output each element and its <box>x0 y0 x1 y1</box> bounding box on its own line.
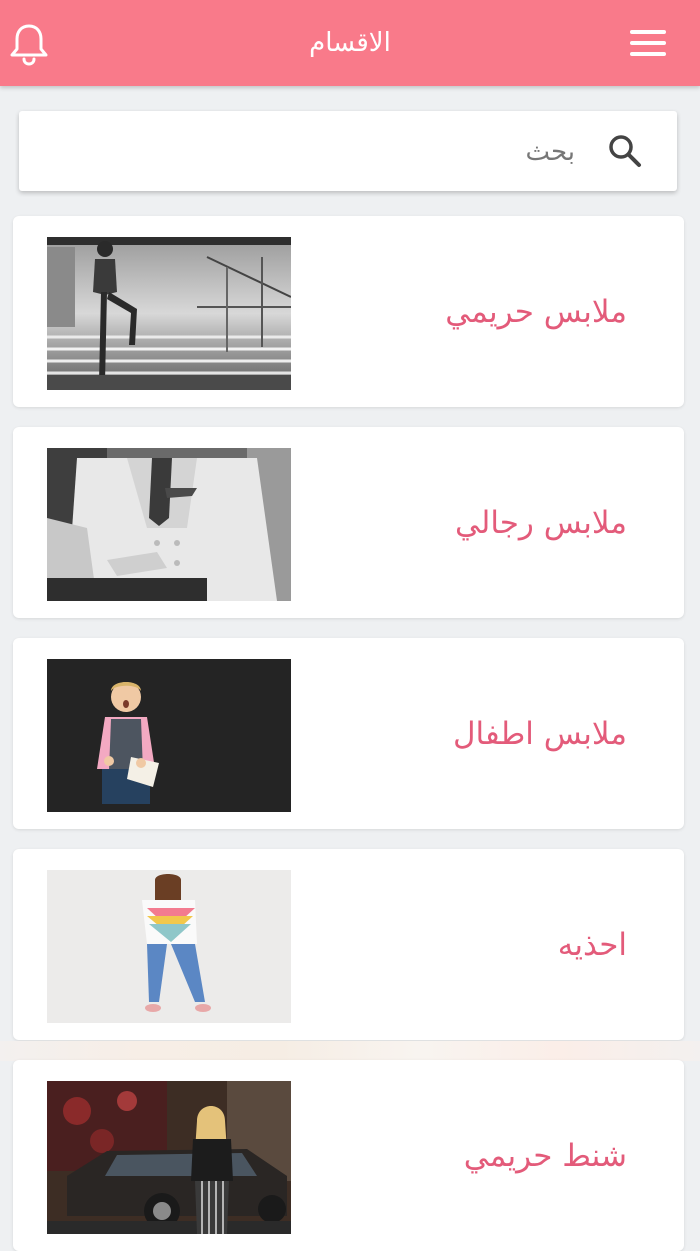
men-clothes-photo <box>47 448 291 601</box>
category-image-women-bags <box>47 1081 291 1234</box>
category-label: ملابس اطفال <box>452 715 627 752</box>
category-image-shoes <box>47 870 291 1023</box>
category-image-kids-clothes <box>47 659 291 812</box>
category-card-women-clothes[interactable]: ملابس حريمي <box>13 216 684 407</box>
app-header: الاقسام <box>0 0 700 86</box>
category-label: احذيه <box>557 926 627 963</box>
category-card-shoes[interactable]: احذيه <box>13 849 684 1040</box>
hamburger-menu-icon[interactable] <box>630 30 668 58</box>
category-label: شنط حريمي <box>463 1137 627 1174</box>
women-bags-photo <box>47 1081 291 1234</box>
women-clothes-photo <box>47 237 291 390</box>
category-card-men-clothes[interactable]: ملابس رجالي <box>13 427 684 618</box>
search-icon[interactable] <box>607 133 643 169</box>
category-label: ملابس رجالي <box>455 504 627 541</box>
category-image-men-clothes <box>47 448 291 601</box>
search-input[interactable] <box>73 131 577 173</box>
shoes-photo <box>47 870 291 1023</box>
category-card-kids-clothes[interactable]: ملابس اطفال <box>13 638 684 829</box>
background-decoration <box>0 1041 700 1061</box>
category-label: ملابس حريمي <box>445 293 627 330</box>
category-image-women-clothes <box>47 237 291 390</box>
kids-clothes-photo <box>47 659 291 812</box>
category-card-women-bags[interactable]: شنط حريمي <box>13 1060 684 1251</box>
page-title: الاقسام <box>309 28 391 58</box>
search-bar <box>19 111 677 191</box>
